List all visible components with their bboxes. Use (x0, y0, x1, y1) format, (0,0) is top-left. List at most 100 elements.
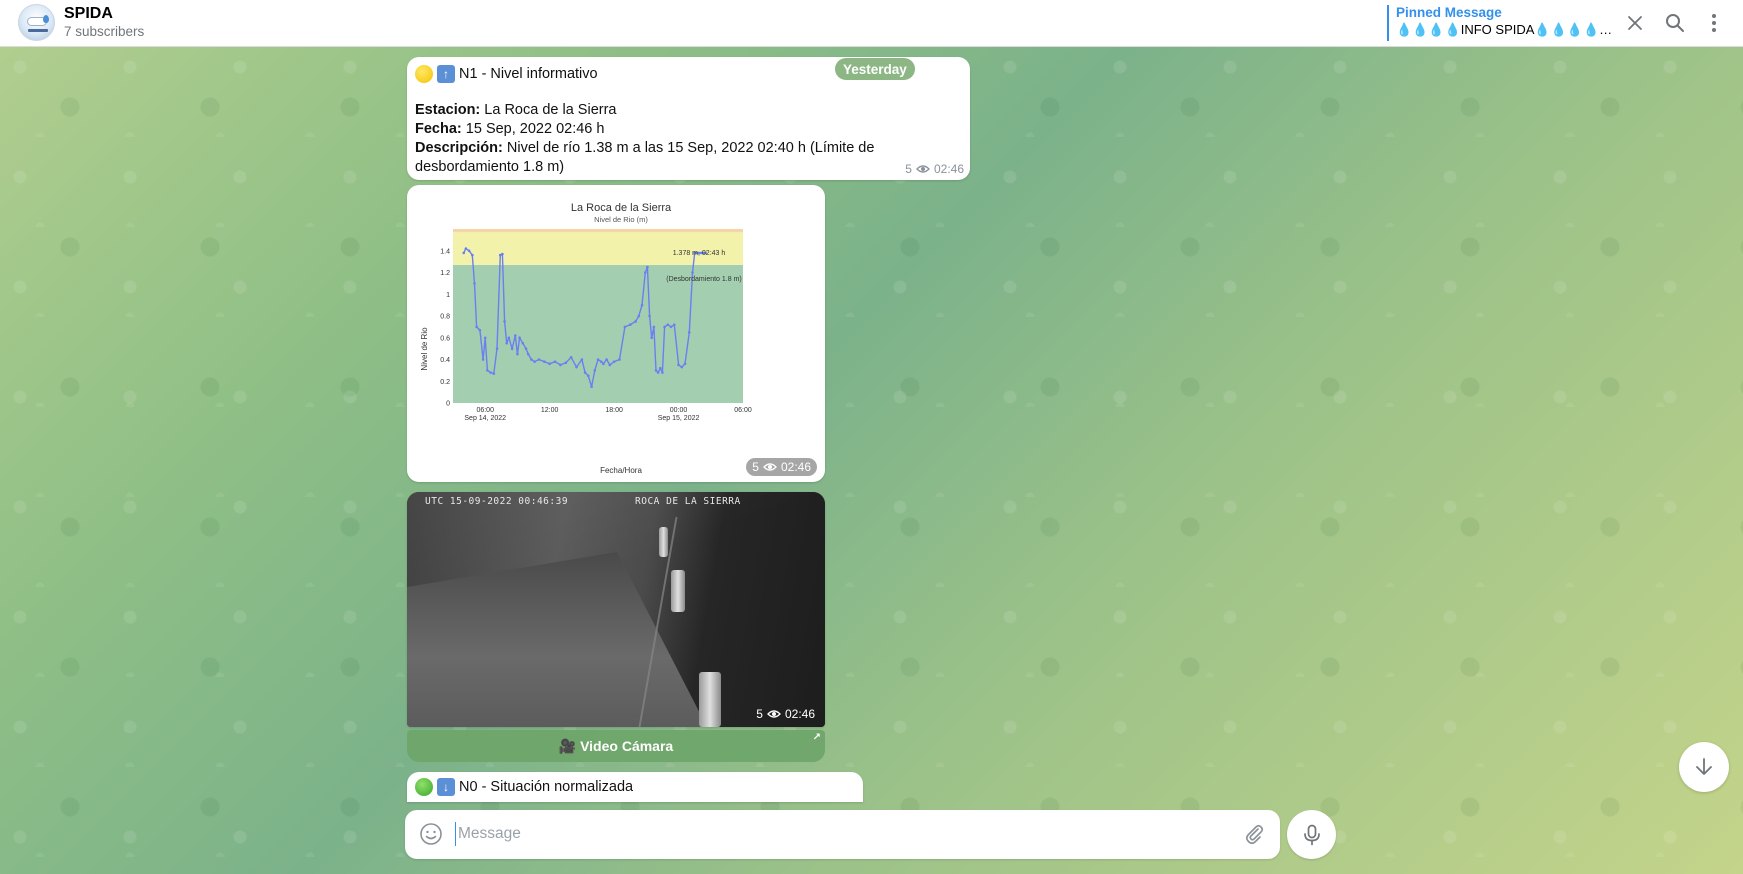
attach-button[interactable] (1243, 823, 1265, 849)
pinned-message-bar[interactable]: Pinned Message 💧💧💧💧INFO SPIDA💧💧💧💧⚫... (1387, 5, 1617, 41)
data-point (537, 358, 541, 361)
eye-icon (916, 165, 930, 173)
data-point (533, 360, 536, 363)
data-point (596, 358, 600, 361)
data-point (524, 347, 528, 350)
data-point (652, 325, 656, 329)
y-tick-label: 1.2 (440, 270, 450, 277)
y-tick-label: 0.4 (440, 357, 450, 364)
data-point (492, 372, 496, 375)
voice-record-button[interactable] (1287, 810, 1336, 859)
data-point (677, 363, 680, 367)
chart-annotation-threshold: (Desbordamiento 1.8 m) (666, 276, 741, 283)
chart-ylabel: Nivel de Rio (420, 327, 429, 371)
data-point (526, 352, 530, 356)
data-point (569, 356, 573, 359)
subscriber-count: 7 subscribers (64, 24, 145, 39)
x-tick-label: 06:00 (476, 407, 494, 414)
data-point (650, 336, 654, 340)
chart-band-1 (453, 232, 743, 265)
estacion-label: Estacion: (415, 102, 481, 118)
media-meta: 5 02:46 (746, 458, 817, 476)
data-point (593, 369, 597, 372)
smile-icon (420, 823, 442, 845)
data-point (640, 303, 644, 307)
paperclip-icon (1245, 824, 1264, 845)
data-point (605, 358, 608, 361)
descripcion-label: Descripción: (415, 140, 503, 156)
x-tick-label: 06:00 (734, 407, 752, 414)
data-point (612, 360, 616, 363)
y-tick-label: 1.4 (440, 248, 450, 255)
data-point (575, 365, 578, 369)
message-input[interactable] (455, 822, 1195, 846)
chart-band-2 (453, 229, 743, 233)
camera-location: ROCA DE LA SIERRA (635, 496, 741, 507)
fecha-value: 15 Sep, 2022 02:46 h (465, 121, 605, 137)
data-point (583, 371, 587, 374)
eye-icon (767, 710, 781, 718)
data-point (481, 358, 485, 361)
data-point (587, 374, 590, 378)
more-options-button[interactable] (1700, 9, 1728, 37)
emoji-button[interactable] (419, 822, 443, 850)
channel-name[interactable]: SPIDA (64, 5, 113, 23)
channel-avatar[interactable] (18, 4, 55, 41)
data-point (608, 363, 612, 367)
view-count: 5 (905, 162, 912, 176)
camera-snapshot[interactable]: UTC 15-09-2022 00:46:39 ROCA DE LA SIERR… (407, 492, 825, 727)
data-point (628, 323, 632, 326)
search-button[interactable] (1661, 9, 1689, 37)
x-tick-label: 00:00 (670, 407, 688, 414)
x-tick-label: 18:00 (605, 407, 623, 414)
data-point (646, 265, 649, 269)
message-chart-image[interactable]: La Roca de la Sierra Nivel de Rio (m) 00… (407, 185, 825, 482)
bollard (671, 570, 685, 612)
close-pinned-button[interactable] (1621, 9, 1649, 37)
data-point (462, 251, 466, 255)
data-point (483, 336, 487, 340)
x-tick-label: 12:00 (541, 407, 559, 414)
data-point (672, 323, 676, 326)
message-camera-image[interactable]: UTC 15-09-2022 00:46:39 ROCA DE LA SIERR… (407, 492, 825, 727)
date-separator-badge: Yesterday (835, 58, 915, 80)
data-point (513, 334, 517, 337)
video-camera-button[interactable]: 🎥 Video Cámara ↗ (407, 730, 825, 762)
data-point (505, 341, 509, 345)
river-level-chart[interactable]: La Roca de la Sierra Nivel de Rio (m) 00… (411, 189, 821, 478)
data-point (580, 358, 584, 361)
view-count: 5 (756, 707, 763, 721)
message-body: Estacion: La Roca de la Sierra Fecha: 15… (415, 101, 962, 177)
water-drop-icon (43, 15, 49, 23)
data-point (559, 363, 562, 367)
data-point (602, 362, 605, 366)
data-point (687, 331, 691, 334)
data-point (669, 325, 673, 329)
data-point (590, 385, 593, 388)
y-tick-label: 0.2 (440, 379, 450, 386)
message-n0-alert[interactable]: ↓ N0 - Situación normalizada (407, 772, 863, 802)
data-point (683, 362, 687, 366)
scroll-down-button[interactable] (1679, 742, 1729, 792)
data-point (542, 360, 546, 363)
camera-timestamp: UTC 15-09-2022 00:46:39 (425, 496, 569, 507)
data-point (691, 271, 694, 274)
data-point (503, 320, 506, 323)
chart-svg: La Roca de la Sierra Nivel de Rio (m) 00… (420, 202, 752, 475)
data-point (564, 361, 568, 365)
video-camera-label: 🎥 Video Cámara (558, 737, 674, 754)
view-count: 5 (752, 460, 759, 474)
pinned-message-text: 💧💧💧💧INFO SPIDA💧💧💧💧⚫... (1396, 22, 1614, 37)
message-time: 02:46 (780, 460, 811, 474)
media-meta: 5 02:46 (756, 707, 815, 721)
message-composer (405, 810, 1280, 859)
arrow-down-icon (1696, 758, 1712, 775)
data-point (510, 347, 514, 350)
data-point (656, 371, 660, 374)
y-tick-label: 0.6 (440, 335, 450, 342)
message-title: N1 - Nivel informativo (459, 66, 598, 82)
data-point (648, 314, 651, 318)
message-title-row: ↓ N0 - Situación normalizada (415, 776, 855, 798)
data-point (623, 325, 627, 329)
data-point (467, 249, 471, 253)
